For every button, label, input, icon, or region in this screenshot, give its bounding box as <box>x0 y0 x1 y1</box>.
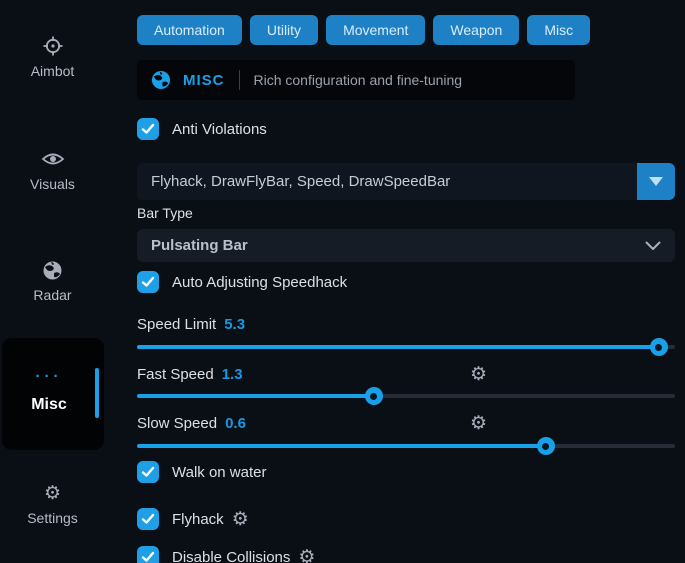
slider-value: 5.3 <box>224 316 245 333</box>
gear-icon[interactable]: ⚙ <box>470 414 487 433</box>
eye-icon <box>41 147 65 171</box>
fast-speed-row: Fast Speed 1.3 ⚙ <box>137 364 675 384</box>
sidebar-item-aimbot[interactable]: Aimbot <box>0 34 105 79</box>
selected-accent-bar <box>95 368 99 418</box>
slider-fill <box>137 345 659 349</box>
bar-type-label: Bar Type <box>137 205 675 221</box>
checkbox-label: Flyhack <box>172 511 224 528</box>
checkbox-label: Auto Adjusting Speedhack <box>172 274 347 291</box>
crosshair-icon <box>42 34 64 58</box>
tab-weapon[interactable]: Weapon <box>433 15 519 45</box>
slider-handle[interactable] <box>537 437 555 455</box>
checkbox-anti-violations[interactable]: Anti Violations <box>137 117 675 141</box>
checkbox-checked-icon[interactable] <box>137 118 159 140</box>
sidebar-item-label: Aimbot <box>31 63 75 79</box>
checkbox-disable-collisions[interactable]: Disable Collisions ⚙ <box>137 545 675 563</box>
checkbox-flyhack[interactable]: Flyhack ⚙ <box>137 507 675 531</box>
gear-icon[interactable]: ⚙ <box>298 548 315 563</box>
slider-fill <box>137 444 546 448</box>
sidebar-item-misc-selected[interactable]: ··· Misc <box>2 338 104 450</box>
category-tabs: Automation Utility Movement Weapon Misc <box>137 15 675 45</box>
header-divider <box>239 70 240 90</box>
checkbox-checked-icon[interactable] <box>137 461 159 483</box>
globe-icon <box>42 258 63 282</box>
ellipsis-icon: ··· <box>2 368 96 385</box>
gear-icon[interactable]: ⚙ <box>470 365 487 384</box>
slider-handle[interactable] <box>650 338 668 356</box>
globe-icon <box>151 70 171 90</box>
slider-handle[interactable] <box>365 387 383 405</box>
checkbox-label: Walk on water <box>172 464 266 481</box>
checkbox-checked-icon[interactable] <box>137 271 159 293</box>
cheat-menu-window: Aimbot Visuals Radar ··· Misc ⚙ Se <box>0 0 685 563</box>
checkbox-checked-icon[interactable] <box>137 546 159 563</box>
gear-icon: ⚙ <box>44 481 61 505</box>
slow-speed-slider[interactable] <box>137 436 675 456</box>
tab-misc[interactable]: Misc <box>527 15 590 45</box>
multiselect-value: Flyhack, DrawFlyBar, Speed, DrawSpeedBar <box>137 173 637 190</box>
chevron-down-icon <box>645 241 661 251</box>
bar-multiselect[interactable]: Flyhack, DrawFlyBar, Speed, DrawSpeedBar <box>137 163 675 200</box>
sidebar-item-label: Misc <box>2 396 96 414</box>
gear-icon[interactable]: ⚙ <box>232 510 249 529</box>
slider-value: 1.3 <box>222 366 243 383</box>
section-subtitle: Rich configuration and fine-tuning <box>254 72 463 88</box>
checkbox-auto-adjusting-speedhack[interactable]: Auto Adjusting Speedhack <box>137 270 675 294</box>
multiselect-dropdown-button[interactable] <box>637 163 675 200</box>
checkbox-checked-icon[interactable] <box>137 508 159 530</box>
section-title: MISC <box>183 72 225 89</box>
sidebar-item-label: Settings <box>27 510 78 526</box>
sidebar-item-settings[interactable]: ⚙ Settings <box>0 481 105 526</box>
triangle-down-icon <box>649 177 663 186</box>
tab-automation[interactable]: Automation <box>137 15 242 45</box>
slider-label: Fast Speed <box>137 366 214 383</box>
slider-fill <box>137 394 374 398</box>
slider-value: 0.6 <box>225 415 246 432</box>
sidebar-item-label: Visuals <box>30 176 75 192</box>
main-panel: Automation Utility Movement Weapon Misc … <box>110 0 685 563</box>
sidebar-item-visuals[interactable]: Visuals <box>0 147 105 192</box>
section-header: MISC Rich configuration and fine-tuning <box>137 60 575 100</box>
bar-type-select[interactable]: Pulsating Bar <box>137 229 675 262</box>
tab-utility[interactable]: Utility <box>250 15 318 45</box>
sidebar-item-label: Radar <box>33 287 71 303</box>
slow-speed-row: Slow Speed 0.6 ⚙ <box>137 413 675 433</box>
speed-limit-row: Speed Limit 5.3 <box>137 314 675 334</box>
fast-speed-slider[interactable] <box>137 386 675 406</box>
select-value: Pulsating Bar <box>151 237 248 254</box>
checkbox-label: Disable Collisions <box>172 549 290 563</box>
slider-label: Slow Speed <box>137 415 217 432</box>
sidebar: Aimbot Visuals Radar ··· Misc ⚙ Se <box>0 0 110 563</box>
slider-label: Speed Limit <box>137 316 216 333</box>
checkbox-walk-on-water[interactable]: Walk on water <box>137 460 675 484</box>
speed-limit-slider[interactable] <box>137 337 675 357</box>
checkbox-label: Anti Violations <box>172 121 267 138</box>
sidebar-item-radar[interactable]: Radar <box>0 258 105 303</box>
tab-movement[interactable]: Movement <box>326 15 425 45</box>
